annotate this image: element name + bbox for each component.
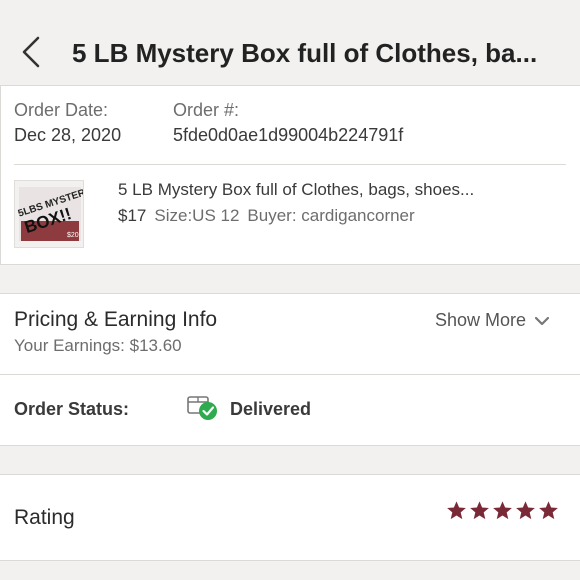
order-status-label: Order Status: <box>14 399 130 419</box>
order-date-value: Dec 28, 2020 <box>14 125 122 145</box>
star-icon <box>447 501 466 520</box>
star-icon <box>516 501 535 520</box>
item-size: Size:US 12 <box>154 206 240 225</box>
order-date-label: Order Date: <box>14 100 109 120</box>
item-price: $17 <box>118 206 147 225</box>
star-icon <box>470 501 489 520</box>
rating-stars <box>446 500 559 521</box>
star-icon <box>539 501 558 520</box>
pricing-title: Pricing & Earning Info <box>14 308 218 331</box>
chevron-left-icon <box>22 36 40 68</box>
star-icon <box>493 501 512 520</box>
order-number-label: Order #: <box>173 100 240 120</box>
section-gap <box>0 264 580 294</box>
earnings-text: Your Earnings: $13.60 <box>14 336 182 355</box>
chevron-down-icon <box>534 317 550 326</box>
show-more-button[interactable]: Show More <box>435 310 550 331</box>
delivered-box-icon <box>186 392 220 422</box>
section-gap <box>0 561 580 580</box>
back-button[interactable] <box>18 34 46 70</box>
header-bar: 5 LB Mystery Box full of Clothes, ba... <box>0 0 580 86</box>
section-gap <box>0 445 580 475</box>
thumb-price: $20 <box>67 232 79 239</box>
show-more-label: Show More <box>435 310 527 330</box>
pricing-section[interactable] <box>0 294 580 374</box>
item-title[interactable]: 5 LB Mystery Box full of Clothes, bags, … <box>118 180 474 200</box>
item-buyer[interactable]: Buyer: cardigancorner <box>247 206 414 225</box>
item-thumbnail[interactable]: 5LBS MYSTERY BOX!! $20 <box>14 180 84 248</box>
item-meta: $17 Size:US 12 Buyer: cardigancorner <box>118 206 415 226</box>
rating-label: Rating <box>14 506 75 529</box>
order-number-value: 5fde0d0ae1d99004b224791f <box>173 125 404 145</box>
order-status-value: Delivered <box>230 399 312 419</box>
page-title: 5 LB Mystery Box full of Clothes, ba... <box>72 38 538 68</box>
divider <box>14 164 566 165</box>
